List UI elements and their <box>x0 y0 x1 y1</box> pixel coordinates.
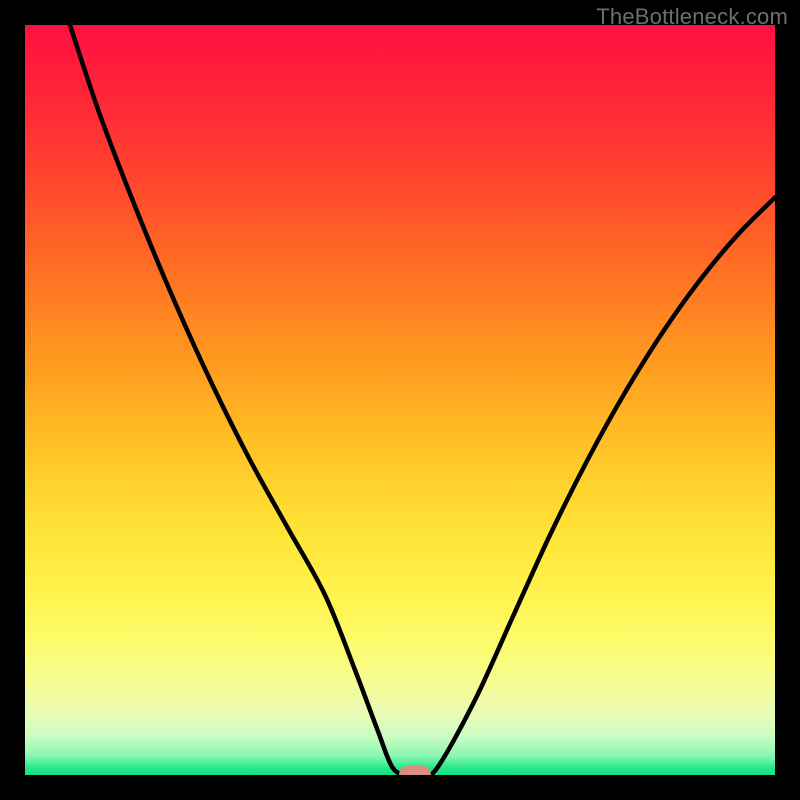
minimum-marker <box>399 766 431 775</box>
curve-svg <box>25 25 775 775</box>
plot-area <box>25 25 775 775</box>
bottleneck-curve <box>70 25 775 775</box>
chart-frame: TheBottleneck.com <box>0 0 800 800</box>
attribution-text: TheBottleneck.com <box>596 4 788 30</box>
